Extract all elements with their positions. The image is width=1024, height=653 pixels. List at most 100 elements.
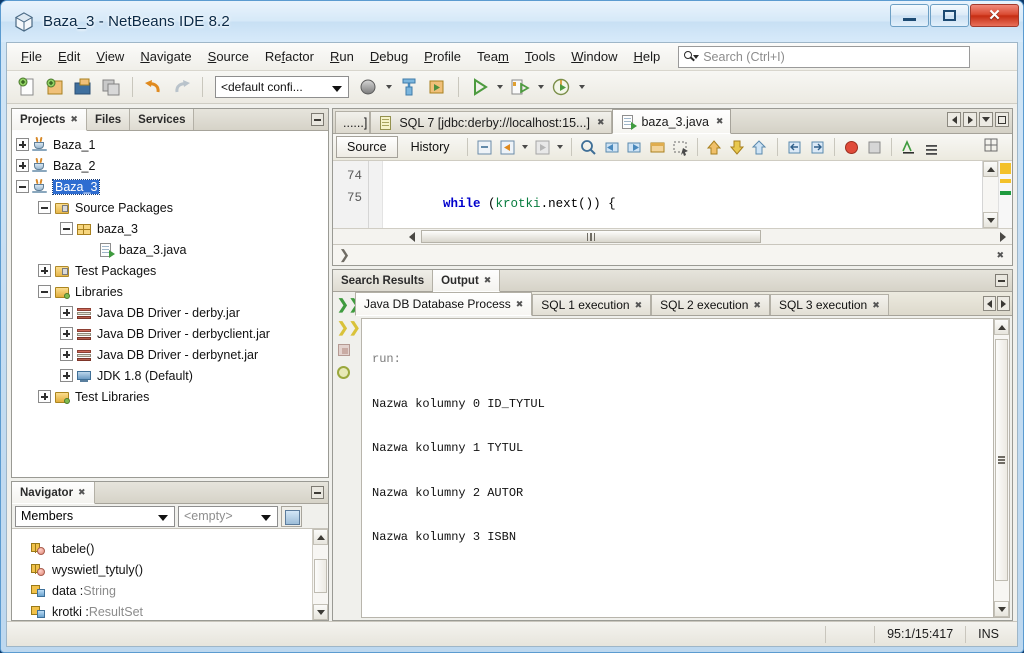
minimize-window-icon[interactable]	[995, 274, 1008, 287]
tree-row-derby-jar[interactable]: Java DB Driver - derby.jar	[12, 302, 328, 323]
tree-row-jdk[interactable]: JDK 1.8 (Default)	[12, 365, 328, 386]
collapsed-window-strip[interactable]: ❯ ✖	[333, 244, 1012, 265]
rerun-alt-icon[interactable]: ❯❯	[335, 318, 360, 336]
close-button[interactable]: ✕	[970, 4, 1019, 27]
redo-icon[interactable]	[169, 75, 194, 100]
debug-project-icon[interactable]	[508, 75, 533, 100]
new-file-icon[interactable]	[15, 75, 40, 100]
editor-vertical-scrollbar[interactable]	[982, 161, 998, 228]
expand-icon[interactable]	[16, 138, 29, 151]
scroll-down-button[interactable]	[983, 212, 998, 228]
menu-view[interactable]: View	[88, 45, 132, 68]
list-item[interactable]: krotki : ResultSet	[12, 601, 312, 620]
tab-baza-3-java[interactable]: baza_3.java ✖	[612, 109, 732, 134]
scroll-thumb[interactable]	[421, 230, 761, 243]
menu-window[interactable]: Window	[563, 45, 625, 68]
tree-row-baza-1[interactable]: Baza_1	[12, 134, 328, 155]
menu-navigate[interactable]: Navigate	[132, 45, 199, 68]
tab-services[interactable]: Services	[130, 109, 195, 130]
tab-search-results[interactable]: Search Results	[333, 270, 434, 291]
menu-profile[interactable]: Profile	[416, 45, 469, 68]
format-icon[interactable]	[807, 137, 828, 158]
minimize-window-icon[interactable]	[311, 113, 324, 126]
scroll-track[interactable]	[983, 177, 998, 212]
build-project-icon[interactable]	[356, 75, 381, 100]
close-icon[interactable]: ✖	[872, 300, 880, 311]
open-project-icon[interactable]	[71, 75, 96, 100]
toggle-source[interactable]: Source	[336, 136, 398, 158]
expand-icon[interactable]	[38, 264, 51, 277]
close-icon[interactable]: ✖	[716, 116, 724, 127]
tree-row-baza-2[interactable]: Baza_2	[12, 155, 328, 176]
list-item[interactable]: wyswietl_tytuly()	[12, 559, 312, 580]
chevron-right-icon[interactable]: ❯	[339, 247, 350, 263]
close-icon[interactable]: ✖	[484, 275, 492, 286]
scroll-right-button[interactable]	[994, 229, 1012, 244]
menu-file[interactable]: File	[13, 45, 50, 68]
error-stripe[interactable]	[998, 161, 1012, 228]
run-project-icon[interactable]	[467, 75, 492, 100]
stop-macro-icon[interactable]	[864, 137, 885, 158]
clean-build-icon[interactable]	[397, 75, 422, 100]
scroll-thumb[interactable]	[314, 559, 327, 593]
filter-members-icon[interactable]	[281, 505, 302, 527]
scroll-right-icon[interactable]	[997, 296, 1010, 311]
rerun-icon[interactable]: ❯❯	[335, 295, 360, 313]
new-project-icon[interactable]	[43, 75, 68, 100]
editor-horizontal-scrollbar[interactable]	[333, 228, 1012, 244]
toggle-toolbar-icon[interactable]	[983, 137, 1004, 158]
scroll-up-button[interactable]	[313, 529, 328, 545]
chevron-down-icon[interactable]	[521, 145, 528, 149]
chevron-down-icon[interactable]	[386, 85, 392, 89]
menu-team[interactable]: Team	[469, 45, 517, 68]
navigator-view-combo[interactable]: Members	[15, 505, 175, 527]
list-item-partial[interactable]	[12, 529, 312, 538]
maximize-icon[interactable]	[995, 112, 1009, 127]
chevron-down-icon[interactable]	[579, 85, 585, 89]
close-icon[interactable]: ✖	[70, 114, 78, 125]
scroll-down-button[interactable]	[313, 604, 328, 620]
scroll-up-button[interactable]	[994, 319, 1009, 335]
navigator-filter-combo[interactable]: <empty>	[178, 505, 278, 527]
shift-right-icon[interactable]	[727, 137, 748, 158]
tab-truncated[interactable]: ......]	[335, 111, 371, 133]
next-bookmark-icon[interactable]	[624, 137, 645, 158]
menu-run[interactable]: Run	[322, 45, 362, 68]
expand-icon[interactable]	[60, 306, 73, 319]
collapse-icon[interactable]	[60, 222, 73, 235]
tab-sql-3-execution[interactable]: SQL 3 execution ✖	[769, 294, 889, 315]
close-icon[interactable]: ✖	[996, 250, 1004, 261]
scroll-left-icon[interactable]	[983, 296, 996, 311]
close-icon[interactable]: ✖	[78, 487, 86, 498]
minimize-window-icon[interactable]	[311, 486, 324, 499]
collapse-icon[interactable]	[38, 201, 51, 214]
tab-list-icon[interactable]	[979, 112, 993, 127]
profile-project-icon[interactable]	[549, 75, 574, 100]
forward-icon[interactable]	[532, 137, 553, 158]
scroll-left-icon[interactable]	[947, 112, 961, 127]
code-editor[interactable]: 74 75 while (krotki.next()) { System.out…	[333, 161, 1012, 228]
run-main-project-icon[interactable]	[425, 75, 450, 100]
last-edit-icon[interactable]	[474, 137, 495, 158]
output-vertical-scrollbar[interactable]	[994, 318, 1010, 618]
uncomment-icon[interactable]	[784, 137, 805, 158]
menu-refactor[interactable]: Refactor	[257, 45, 322, 68]
stop-process-icon[interactable]	[335, 341, 353, 359]
close-icon[interactable]: ✖	[516, 299, 524, 310]
collapse-icon[interactable]	[16, 180, 29, 193]
shift-left-icon[interactable]	[704, 137, 725, 158]
tree-row-test-packages[interactable]: Test Packages	[12, 260, 328, 281]
collapse-all-icon[interactable]	[921, 137, 942, 158]
expand-icon[interactable]	[16, 159, 29, 172]
close-icon[interactable]: ✖	[753, 300, 761, 311]
search-input[interactable]: Search (Ctrl+I)	[678, 45, 971, 68]
scroll-track[interactable]	[313, 545, 328, 604]
tab-output[interactable]: Output ✖	[433, 270, 501, 292]
comment-icon[interactable]	[750, 137, 771, 158]
tree-row-derbyclient-jar[interactable]: Java DB Driver - derbyclient.jar	[12, 323, 328, 344]
close-icon[interactable]: ✖	[597, 117, 605, 128]
close-icon[interactable]: ✖	[635, 300, 643, 311]
save-all-icon[interactable]	[99, 75, 124, 100]
tab-java-db-database-process[interactable]: Java DB Database Process ✖	[355, 292, 533, 316]
toggle-rect-selection-icon[interactable]	[670, 137, 691, 158]
